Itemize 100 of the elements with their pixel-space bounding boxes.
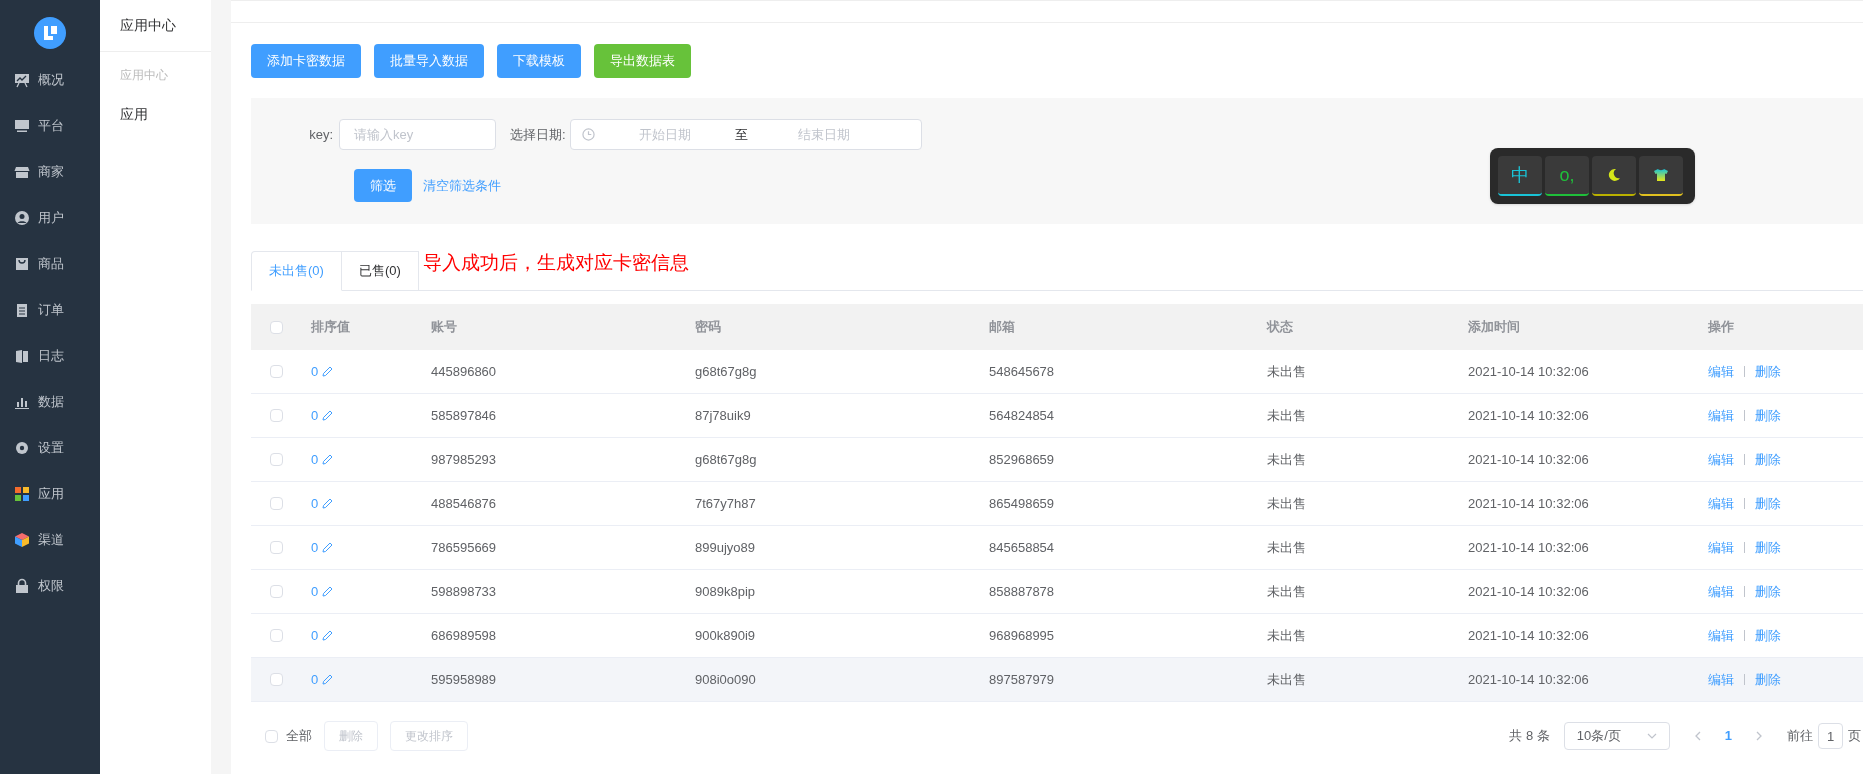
table-cell: 548645678 <box>989 363 1055 379</box>
delete-link[interactable]: 删除 <box>1755 493 1781 514</box>
column-header: 账号 <box>431 319 457 335</box>
select-all-checkbox[interactable] <box>265 729 278 743</box>
checkbox[interactable] <box>269 497 283 510</box>
delete-link[interactable]: 删除 <box>1755 361 1781 382</box>
reorder-button[interactable]: 更改排序 <box>390 721 468 751</box>
table-cell: g68t67g8g <box>695 363 757 379</box>
table-cell: 7t67y7h87 <box>695 495 756 511</box>
table-cell: 858887878 <box>989 583 1055 599</box>
column-header: 排序值 <box>311 319 350 335</box>
page-number[interactable]: 1 <box>1720 726 1736 746</box>
table-cell: 未出售 <box>1267 495 1306 511</box>
goto-page-input[interactable]: 1 <box>1818 723 1843 749</box>
filter-button[interactable]: 筛选 <box>354 169 412 202</box>
pencil-icon[interactable] <box>322 542 334 553</box>
nav-item[interactable]: 概况 <box>0 57 100 103</box>
range-separator: 至 <box>734 125 748 144</box>
table-cell: 845658854 <box>989 539 1055 555</box>
table-cell: 未出售 <box>1267 407 1306 423</box>
key-input[interactable]: 请输入key <box>339 119 496 150</box>
nav-item[interactable]: 数据 <box>0 379 100 425</box>
page-size-select[interactable]: 10条/页 <box>1563 722 1670 750</box>
table-cell: 865498659 <box>989 495 1055 511</box>
table-cell: 未出售 <box>1267 583 1306 599</box>
clear-filters-link[interactable]: 清空筛选条件 <box>423 175 501 196</box>
chart-icon <box>14 72 30 88</box>
nav-item[interactable]: 权限 <box>0 563 100 609</box>
pencil-icon[interactable] <box>322 454 334 465</box>
checkbox[interactable] <box>269 585 283 598</box>
checkbox[interactable] <box>269 365 283 378</box>
edit-link[interactable]: 编辑 <box>1708 493 1734 514</box>
pencil-icon[interactable] <box>322 630 334 641</box>
checkbox[interactable] <box>269 629 283 642</box>
pencil-icon[interactable] <box>322 366 334 377</box>
edit-link[interactable]: 编辑 <box>1708 449 1734 470</box>
previous-page-icon[interactable] <box>1693 731 1701 741</box>
nav-item[interactable]: 用户 <box>0 195 100 241</box>
ime-key[interactable]: o, <box>1545 156 1589 196</box>
table-cell: 987985293 <box>431 451 497 467</box>
table-cell: g68t67g8g <box>695 451 757 467</box>
nav-item[interactable]: 渠道 <box>0 517 100 563</box>
table-cell: 未出售 <box>1267 451 1306 467</box>
delete-link[interactable]: 删除 <box>1755 581 1781 602</box>
table-cell: 2021-10-14 10:32:06 <box>1468 539 1589 555</box>
table-cell: 585897846 <box>431 407 497 423</box>
delete-link[interactable]: 删除 <box>1755 537 1781 558</box>
nav-item[interactable]: 应用 <box>0 471 100 517</box>
tab[interactable]: 已售(0) <box>341 251 419 291</box>
edit-link[interactable]: 编辑 <box>1708 625 1734 646</box>
ime-key[interactable] <box>1639 156 1683 196</box>
tab[interactable]: 未出售(0) <box>251 251 342 291</box>
pencil-icon[interactable] <box>322 498 334 509</box>
nav-item[interactable]: 订单 <box>0 287 100 333</box>
page-suffix: 页 <box>1848 727 1861 746</box>
nav-item[interactable]: 商品 <box>0 241 100 287</box>
delete-link[interactable]: 删除 <box>1755 625 1781 646</box>
nav-item[interactable]: 平台 <box>0 103 100 149</box>
delete-link[interactable]: 删除 <box>1755 405 1781 426</box>
nav-item[interactable]: 商家 <box>0 149 100 195</box>
action-button[interactable]: 导出数据表 <box>594 44 691 78</box>
edit-link[interactable]: 编辑 <box>1708 669 1734 690</box>
table-cell: 968968995 <box>989 627 1055 643</box>
subnav-item[interactable]: 应用 <box>100 84 211 125</box>
column-header: 状态 <box>1267 319 1293 335</box>
edit-link[interactable]: 编辑 <box>1708 537 1734 558</box>
checkbox[interactable] <box>269 673 283 686</box>
pencil-icon[interactable] <box>322 586 334 597</box>
date-range-picker[interactable]: 开始日期 至 结束日期 <box>569 119 922 150</box>
checkbox[interactable] <box>269 453 283 466</box>
nav-item[interactable]: 设置 <box>0 425 100 471</box>
ime-key[interactable] <box>1592 156 1636 196</box>
table-cell: 未出售 <box>1267 627 1306 643</box>
edit-link[interactable]: 编辑 <box>1708 581 1734 602</box>
table-cell: 908i0o090 <box>695 671 756 687</box>
ime-key[interactable]: 中 <box>1498 156 1542 196</box>
table-cell: 488546876 <box>431 495 497 511</box>
action-button[interactable]: 添加卡密数据 <box>251 44 361 78</box>
annotation-text: 导入成功后，生成对应卡密信息 <box>422 250 689 275</box>
nav-item[interactable]: 日志 <box>0 333 100 379</box>
delete-link[interactable]: 删除 <box>1755 669 1781 690</box>
action-button[interactable]: 下载模板 <box>497 44 581 78</box>
next-page-icon[interactable] <box>1756 731 1763 741</box>
action-button[interactable]: 批量导入数据 <box>374 44 484 78</box>
pencil-icon[interactable] <box>322 410 334 421</box>
checkbox[interactable] <box>269 320 283 334</box>
delete-link[interactable]: 删除 <box>1755 449 1781 470</box>
table-cell: 2021-10-14 10:32:06 <box>1468 407 1589 423</box>
table-cell: 2021-10-14 10:32:06 <box>1468 495 1589 511</box>
date-label: 选择日期: <box>510 125 567 144</box>
checkbox[interactable] <box>269 541 283 554</box>
table-cell: 9089k8pip <box>695 583 755 599</box>
pencil-icon[interactable] <box>322 674 334 685</box>
user-icon <box>14 210 30 226</box>
table-cell: 2021-10-14 10:32:06 <box>1468 363 1589 379</box>
end-date-placeholder: 结束日期 <box>796 125 851 144</box>
edit-link[interactable]: 编辑 <box>1708 405 1734 426</box>
edit-link[interactable]: 编辑 <box>1708 361 1734 382</box>
checkbox[interactable] <box>269 409 283 422</box>
table-cell: 2021-10-14 10:32:06 <box>1468 627 1589 643</box>
